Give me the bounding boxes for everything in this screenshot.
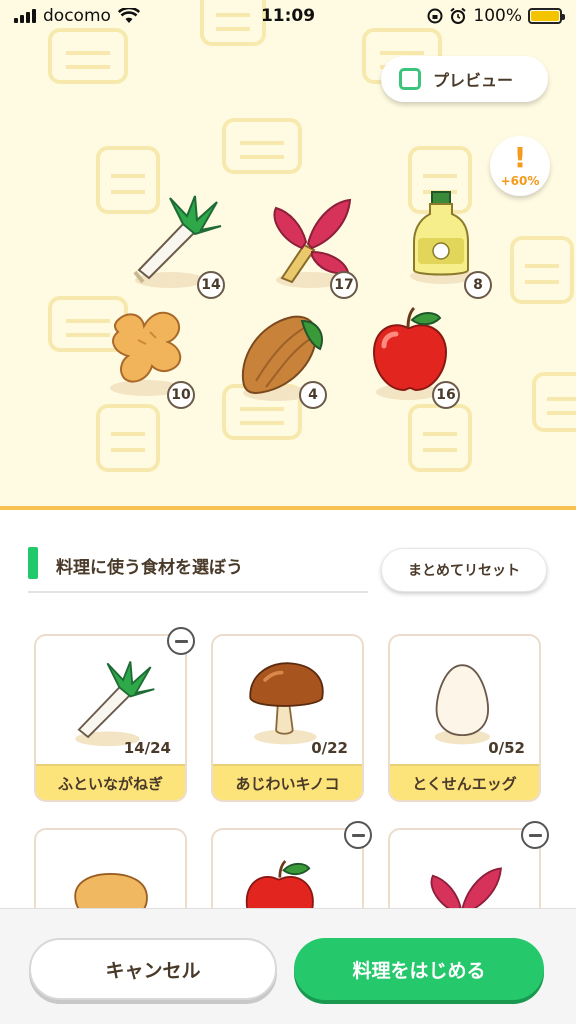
pot-item-red-leaf: 17: [262, 190, 372, 300]
wifi-icon: [117, 8, 140, 23]
decrease-button[interactable]: [344, 821, 372, 849]
ingredient-name: とくせんエッグ: [390, 764, 539, 800]
potato-icon: [74, 872, 148, 908]
apple-icon: [245, 860, 314, 908]
preview-toggle[interactable]: プレビュー: [381, 56, 548, 102]
ingredient-selection-panel[interactable]: 料理に使う食材を選ぼう まとめてリセット 14/24 ふといながねぎ 0/22 …: [0, 513, 576, 908]
ingredient-card-leek[interactable]: 14/24 ふといながねぎ: [34, 634, 187, 802]
section-header: 料理に使う食材を選ぼう: [28, 547, 368, 593]
background-pattern-icon: [48, 28, 128, 84]
ingredient-card-red-leaf[interactable]: [388, 828, 541, 908]
section-title: 料理に使う食材を選ぼう: [56, 558, 243, 578]
signal-icon: [14, 9, 36, 23]
preview-divider: [0, 506, 576, 510]
ingredient-name: あじわいキノコ: [213, 764, 362, 800]
quantity-badge: 17: [330, 271, 358, 299]
cancel-button[interactable]: キャンセル: [29, 938, 277, 1000]
quantity-badge: 8: [464, 271, 492, 299]
cooking-pot-preview: プレビュー ! +60% 14 17 8 10 4 16: [0, 0, 576, 510]
background-pattern-icon: [222, 118, 302, 174]
ingredient-card-apple[interactable]: [211, 828, 364, 908]
ingredient-count: 0/52: [488, 739, 525, 757]
oil-bottle-icon: [410, 191, 474, 284]
egg-icon: [434, 664, 490, 745]
reset-all-button[interactable]: まとめてリセット: [381, 548, 547, 592]
carrier-label: docomo: [43, 6, 111, 26]
pot-item-ginger: 10: [98, 300, 208, 410]
preview-label: プレビュー: [433, 71, 514, 90]
start-cooking-button[interactable]: 料理をはじめる: [294, 938, 544, 1000]
background-pattern-icon: [96, 404, 160, 472]
status-bar: docomo 11:09 100%: [0, 0, 576, 32]
pot-item-oil: 8: [400, 186, 510, 299]
ingredient-card-mushroom[interactable]: 0/22 あじわいキノコ: [211, 634, 364, 802]
rotation-lock-icon: [427, 8, 443, 24]
mushroom-icon: [249, 662, 324, 745]
battery-percent: 100%: [473, 6, 522, 26]
battery-icon: [528, 8, 565, 24]
ingredient-count: 14/24: [123, 739, 171, 757]
ingredient-name: ふといながねぎ: [36, 764, 185, 800]
background-pattern-icon: [532, 372, 576, 432]
pot-item-cacao: 4: [232, 305, 342, 415]
quantity-badge: 4: [299, 381, 327, 409]
ingredient-card-potato[interactable]: [34, 828, 187, 908]
alarm-icon: [450, 7, 467, 24]
ingredient-count: 0/22: [311, 739, 348, 757]
quantity-badge: 16: [432, 381, 460, 409]
pot-item-leek: 14: [125, 190, 235, 300]
preview-checkbox[interactable]: [399, 68, 421, 90]
background-pattern-icon: [510, 236, 574, 304]
quantity-badge: 10: [167, 381, 195, 409]
exclamation-icon: !: [513, 141, 527, 174]
ingredient-card-egg[interactable]: 0/52 とくせんエッグ: [388, 634, 541, 802]
pot-item-apple: 16: [370, 306, 480, 416]
leek-icon: [75, 661, 155, 747]
quantity-badge: 14: [197, 271, 225, 299]
footer-bar: キャンセル 料理をはじめる: [0, 908, 576, 1024]
red-leaf-icon: [430, 867, 502, 908]
section-accent-bar: [28, 547, 38, 579]
decrease-button[interactable]: [167, 627, 195, 655]
decrease-button[interactable]: [521, 821, 549, 849]
